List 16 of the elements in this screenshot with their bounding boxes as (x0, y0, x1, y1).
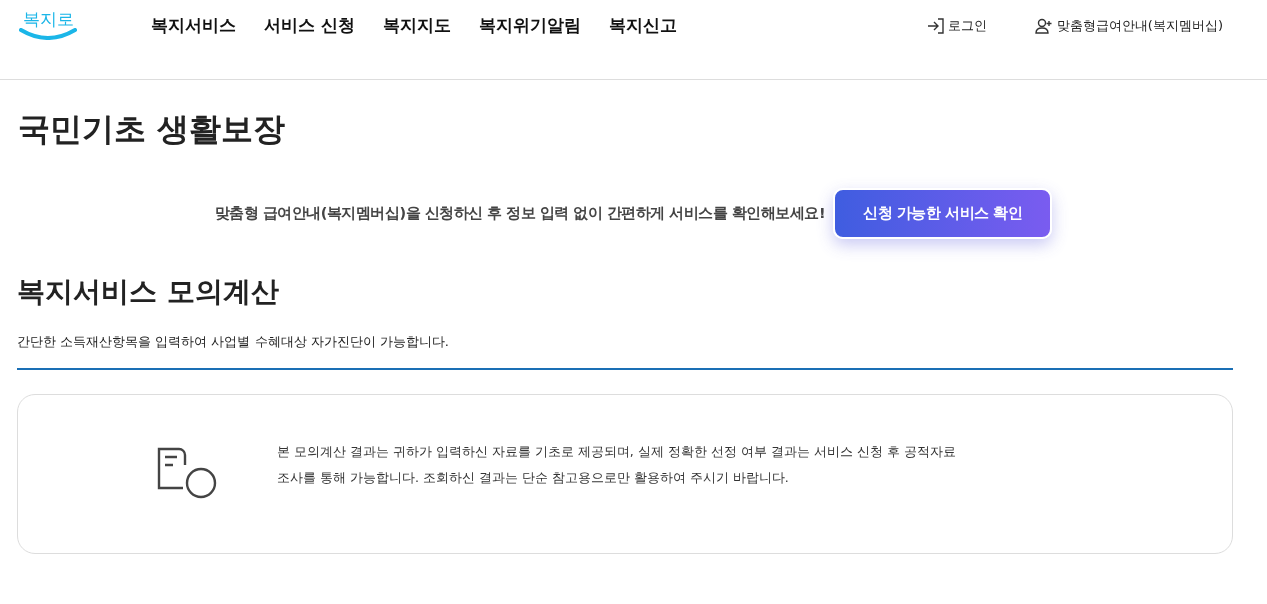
notice-text: 조사를 통해 가능합니다. 조회하신 결과는 단순 참고용으로만 활용하여 주시기 바랍니다. (277, 469, 790, 487)
nav-link[interactable]: 서비스 신청 (264, 12, 355, 39)
section-title: 복지서비스 모의계산 (17, 274, 280, 309)
login-icon (926, 17, 944, 34)
page-title: 국민기초 생활보장 (18, 110, 287, 149)
login-link[interactable]: 로그인 (926, 15, 987, 36)
nav-link[interactable]: 복지신고 (608, 12, 677, 39)
nav-link[interactable]: 복지위기알림 (478, 12, 581, 39)
notice-text: 본 모의계산 결과는 귀하가 입력하신 자료를 기초로 제공되며, 실제 정확한 선정 여부 결과는 서비스 신청 후 공적자료 (277, 443, 956, 461)
check-services-button[interactable]: 신청 가능한 서비스 확인 (833, 188, 1053, 239)
section-description: 간단한 소득재산항목을 입력하여 사업별 수혜대상 자가진단이 가능합니다. (17, 333, 450, 352)
add-user-icon (1034, 17, 1053, 34)
promo-text: 맞춤형 급여안내(복지멤버십)을 신청하신 후 정보 입력 없이 간편하게 서비스를 확인해보세요! (214, 203, 826, 223)
nav-link[interactable]: 복지지도 (382, 12, 451, 39)
nav-link[interactable]: 복지서비스 (151, 12, 236, 39)
membership-link[interactable]: 맞춤형급여안내(복지멤버십) (1034, 15, 1223, 36)
